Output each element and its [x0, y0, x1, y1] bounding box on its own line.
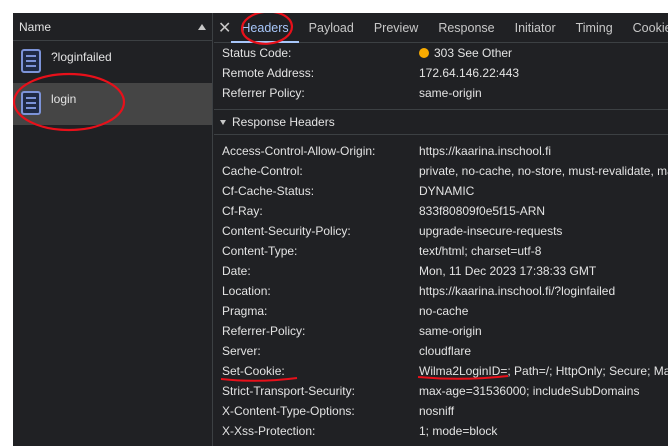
document-icon — [21, 49, 41, 73]
request-name: login — [51, 92, 77, 106]
header-value: 172.64.146.22:443 — [419, 66, 520, 80]
header-key: Server: — [222, 344, 261, 358]
header-value: https://kaarina.inschool.fi/?loginfailed — [419, 284, 616, 298]
header-row: Cache-Control: private, no-cache, no-stor… — [222, 161, 668, 181]
header-row: Location: https://kaarina.inschool.fi/?lo… — [222, 281, 668, 301]
header-key: Pragma: — [222, 304, 268, 318]
header-key: Content-Security-Policy: — [222, 224, 351, 238]
request-list: Name ?loginfailed login — [13, 13, 213, 446]
header-value: https://kaarina.inschool.fi — [419, 144, 552, 158]
tab-preview[interactable]: Preview — [364, 13, 428, 43]
header-row: Access-Control-Allow-Origin: https://kaar… — [222, 141, 668, 161]
collapse-triangle-icon[interactable] — [220, 119, 226, 125]
header-key: Remote Address: — [222, 66, 315, 80]
header-row: Cf-Ray: 833f80809f0e5f15-ARN — [222, 201, 668, 221]
tab-timing[interactable]: Timing — [566, 13, 623, 43]
tab-cookies[interactable]: Cookies — [623, 13, 668, 43]
request-details: ✕ Headers Payload Preview Response Initi… — [214, 13, 668, 446]
tab-headers[interactable]: Headers — [231, 13, 299, 43]
header-key: Date: — [222, 264, 251, 278]
request-item-login[interactable]: login — [13, 83, 212, 125]
name-column-header[interactable]: Name — [13, 13, 212, 41]
header-row: Date: Mon, 11 Dec 2023 17:38:33 GMT — [222, 261, 668, 281]
header-key: X-Xss-Protection: — [222, 424, 316, 438]
header-key: Cf-Ray: — [222, 204, 263, 218]
header-key: Referrer-Policy: — [222, 324, 306, 338]
header-key: Status Code: — [222, 46, 292, 60]
header-row: Referrer-Policy: same-origin — [222, 321, 668, 341]
header-row: Content-Security-Policy: upgrade-insecure… — [222, 221, 668, 241]
header-row: Set-Cookie: Wilma2LoginID=; Path=/; HttpO… — [222, 361, 668, 381]
header-value: Mon, 11 Dec 2023 17:38:33 GMT — [419, 264, 597, 278]
header-row: Pragma: no-cache — [222, 301, 668, 321]
header-row: Remote Address: 172.64.146.22:443 — [222, 63, 668, 83]
header-value: private, no-cache, no-store, must-revali… — [419, 164, 668, 178]
header-row: X-Content-Type-Options: nosniff — [222, 401, 668, 421]
header-value: max-age=31536000; includeSubDomains — [419, 384, 640, 398]
header-key: Content-Type: — [222, 244, 298, 258]
header-row: Referrer Policy: same-origin — [222, 83, 668, 103]
tab-payload[interactable]: Payload — [299, 13, 364, 43]
details-tab-bar: ✕ Headers Payload Preview Response Initi… — [214, 13, 668, 43]
header-row: X-Xss-Protection: 1; mode=block — [222, 421, 668, 441]
header-key: Referrer Policy: — [222, 86, 305, 100]
header-row: Server: cloudflare — [222, 341, 668, 361]
header-key: Location: — [222, 284, 271, 298]
close-icon[interactable]: ✕ — [218, 18, 231, 38]
header-value: same-origin — [419, 324, 482, 338]
header-value: Wilma2LoginID=; Path=/; HttpOnly; Secure… — [419, 364, 668, 378]
header-key: X-Content-Type-Options: — [222, 404, 355, 418]
header-row: Strict-Transport-Security: max-age=315360… — [222, 381, 668, 401]
header-value: DYNAMIC — [419, 184, 475, 198]
document-icon — [21, 91, 41, 115]
header-value: text/html; charset=utf-8 — [419, 244, 542, 258]
tab-response[interactable]: Response — [428, 13, 504, 43]
sort-ascending-icon[interactable] — [198, 23, 206, 30]
header-key: Strict-Transport-Security: — [222, 384, 355, 398]
header-value: 1; mode=block — [419, 424, 498, 438]
request-item-loginfailed[interactable]: ?loginfailed — [13, 41, 212, 83]
header-value: 303 See Other — [434, 46, 513, 60]
response-headers-section[interactable]: Response Headers — [214, 109, 668, 135]
section-title: Response Headers — [232, 115, 335, 129]
header-row: Cf-Cache-Status: DYNAMIC — [222, 181, 668, 201]
header-value: no-cache — [419, 304, 469, 318]
header-key: Access-Control-Allow-Origin: — [222, 144, 376, 158]
general-headers: Status Code: 303 See Other Remote Addres… — [214, 43, 668, 103]
header-key: Cf-Cache-Status: — [222, 184, 315, 198]
header-key: Set-Cookie: — [222, 364, 285, 378]
response-headers: Access-Control-Allow-Origin: https://kaar… — [214, 141, 668, 441]
header-value: same-origin — [419, 86, 482, 100]
header-row: Status Code: 303 See Other — [222, 43, 668, 63]
devtools-network-panel: Name ?loginfailed login ✕ Headers Payloa… — [13, 13, 668, 446]
header-value: cloudflare — [419, 344, 472, 358]
request-name: ?loginfailed — [51, 50, 112, 64]
header-key: Cache-Control: — [222, 164, 303, 178]
header-value: nosniff — [419, 404, 455, 418]
tab-initiator[interactable]: Initiator — [505, 13, 566, 43]
name-column-label: Name — [19, 19, 52, 34]
header-row: Content-Type: text/html; charset=utf-8 — [222, 241, 668, 261]
status-dot-icon — [419, 48, 429, 58]
header-value: upgrade-insecure-requests — [419, 224, 563, 238]
header-value: 833f80809f0e5f15-ARN — [419, 204, 546, 218]
